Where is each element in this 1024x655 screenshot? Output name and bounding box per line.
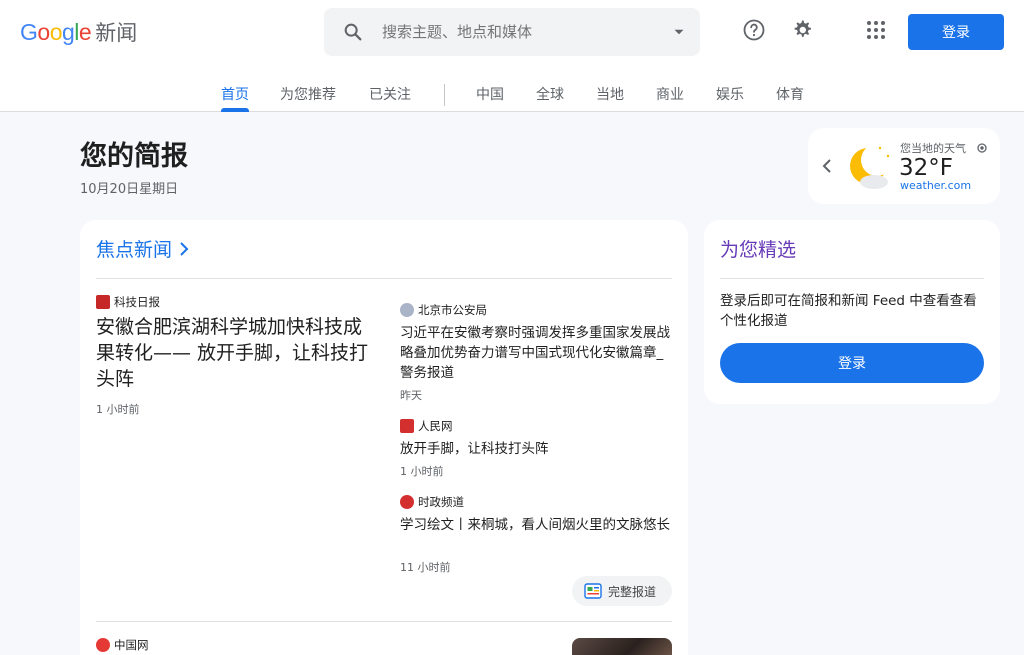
signin-button[interactable]: 登录: [908, 14, 1004, 50]
source-logo-icon: [96, 295, 110, 309]
top-stories-label: 焦点新闻: [96, 239, 173, 261]
full-coverage-label: 完整报道: [608, 584, 657, 599]
briefing-date: 10月20日星期日: [80, 182, 179, 197]
source-label[interactable]: 科技日报: [96, 294, 160, 310]
full-coverage-button[interactable]: 完整报道: [572, 576, 672, 606]
article-thumbnail[interactable]: [572, 638, 672, 655]
page-title: 您的简报: [80, 141, 188, 172]
picks-for-you-card: 为您精选 登录后即可在简报和新闻 Feed 中查看查看个性化报道 登录: [704, 220, 1000, 404]
source-label[interactable]: 人民网: [400, 418, 453, 434]
tab-business[interactable]: 商业: [656, 84, 684, 104]
source-name: 中国网: [114, 638, 149, 652]
weather-temperature: 32°F: [899, 155, 953, 181]
weather-widget[interactable]: 您当地的天气 32°F weather.com: [808, 128, 1000, 204]
weather-label: 您当地的天气: [900, 142, 966, 155]
related-headline[interactable]: 习近平在安徽考察时强调发挥多重国家发展战略叠加优势奋力谱写中国式现代化安徽篇章_…: [400, 323, 672, 383]
source-name: 科技日报: [114, 295, 160, 309]
chevron-left-icon[interactable]: [820, 156, 834, 176]
search-input[interactable]: [382, 18, 652, 46]
source-label[interactable]: 时政频道: [400, 494, 464, 510]
moon-cloud-icon: [850, 144, 893, 189]
source-logo-icon: [400, 495, 414, 509]
source-label[interactable]: 北京市公安局: [400, 302, 487, 318]
chevron-right-icon: [180, 241, 189, 256]
logo-suffix: 新闻: [95, 21, 138, 45]
tab-following[interactable]: 已关注: [369, 84, 411, 104]
tab-divider: [444, 84, 445, 106]
signin-prompt-text: 登录后即可在简报和新闻 Feed 中查看查看个性化报道: [720, 293, 977, 329]
related-headline[interactable]: 学习绘文丨来桐城，看人间烟火里的文脉悠长: [400, 515, 672, 535]
tab-entertainment[interactable]: 娱乐: [716, 84, 744, 104]
divider: [96, 278, 672, 279]
search-box[interactable]: [324, 8, 700, 56]
lead-headline[interactable]: 安徽合肥滨湖科学城加快科技成果转化—— 放开手脚，让科技打头阵: [96, 314, 380, 392]
source-name: 人民网: [418, 419, 453, 433]
apps-grid-icon: [867, 21, 885, 39]
tab-sports[interactable]: 体育: [776, 84, 804, 104]
settings-button[interactable]: [788, 16, 816, 44]
picks-for-you-title: 为您精选: [720, 239, 797, 261]
source-name: 时政频道: [418, 495, 464, 509]
google-wordmark: Google: [20, 18, 92, 45]
article-time: 1 小时前: [400, 465, 444, 478]
help-icon: [743, 19, 765, 41]
top-bar: Google 新闻 登录: [0, 0, 1024, 112]
dropdown-caret-icon[interactable]: [670, 23, 688, 41]
gear-icon: [794, 20, 811, 37]
search-icon[interactable]: [342, 21, 364, 43]
help-button[interactable]: [740, 16, 768, 44]
source-logo-icon: [400, 303, 414, 317]
top-stories-card: 焦点新闻 科技日报 安徽合肥滨湖科学城加快科技成果转化—— 放开手脚，让科技打头…: [80, 220, 688, 655]
source-name: 北京市公安局: [418, 303, 487, 317]
related-headline[interactable]: 放开手脚，让科技打头阵: [400, 439, 672, 459]
tab-local[interactable]: 当地: [596, 84, 624, 104]
tab-for-you[interactable]: 为您推荐: [280, 84, 336, 104]
active-tab-indicator: [221, 108, 249, 112]
source-label[interactable]: 中国网: [96, 637, 149, 653]
tab-home[interactable]: 首页: [221, 84, 249, 104]
google-news-logo[interactable]: Google 新闻: [20, 18, 137, 46]
source-logo-icon: [96, 638, 110, 652]
divider: [96, 621, 672, 622]
full-coverage-icon: [584, 583, 602, 599]
location-icon: [977, 143, 987, 153]
tab-china[interactable]: 中国: [476, 84, 504, 104]
weather-source-link[interactable]: weather.com: [900, 179, 971, 192]
nav-tabs: 首页 为您推荐 已关注 中国 全球 当地 商业 娱乐 体育: [0, 74, 1024, 112]
article-time: 昨天: [400, 389, 422, 402]
source-logo-icon: [400, 419, 414, 433]
top-stories-title[interactable]: 焦点新闻: [96, 235, 190, 262]
apps-button[interactable]: [862, 16, 890, 44]
article-time: 1 小时前: [96, 403, 140, 416]
card-signin-button[interactable]: 登录: [720, 343, 984, 383]
article-time: 11 小时前: [400, 561, 451, 574]
divider: [720, 278, 984, 279]
tab-world[interactable]: 全球: [536, 84, 564, 104]
